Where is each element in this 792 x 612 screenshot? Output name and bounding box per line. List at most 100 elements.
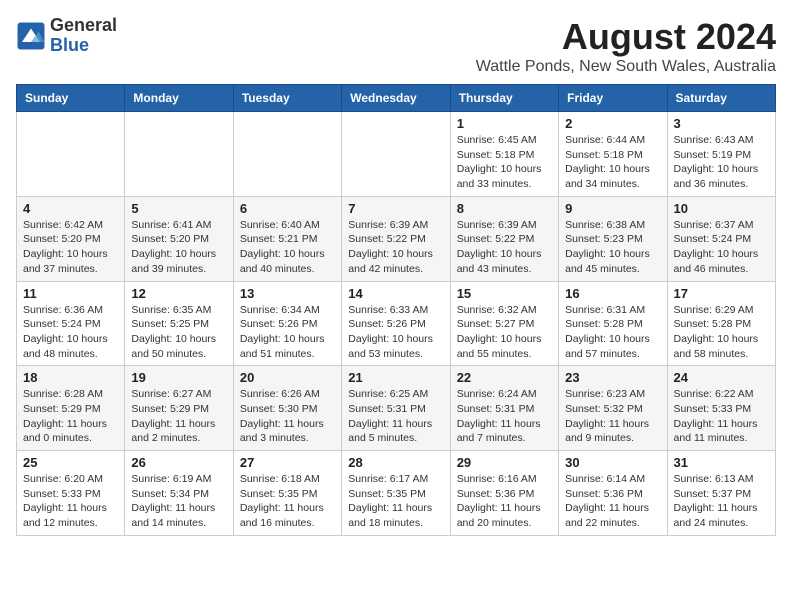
- day-info: Sunrise: 6:39 AM Sunset: 5:22 PM Dayligh…: [457, 218, 552, 277]
- day-number: 10: [674, 201, 769, 216]
- day-number: 18: [23, 370, 118, 385]
- day-info: Sunrise: 6:23 AM Sunset: 5:32 PM Dayligh…: [565, 387, 660, 446]
- day-info: Sunrise: 6:35 AM Sunset: 5:25 PM Dayligh…: [131, 303, 226, 362]
- day-info: Sunrise: 6:45 AM Sunset: 5:18 PM Dayligh…: [457, 133, 552, 192]
- day-info: Sunrise: 6:42 AM Sunset: 5:20 PM Dayligh…: [23, 218, 118, 277]
- day-number: 19: [131, 370, 226, 385]
- calendar-day-cell: 23Sunrise: 6:23 AM Sunset: 5:32 PM Dayli…: [559, 366, 667, 451]
- day-number: 24: [674, 370, 769, 385]
- day-number: 27: [240, 455, 335, 470]
- day-number: 15: [457, 286, 552, 301]
- calendar-day-cell: 8 Sunrise: 6:39 AM Sunset: 5:22 PM Daylig…: [450, 196, 558, 281]
- header: General Blue August 2024 Wattle Ponds, N…: [16, 16, 776, 76]
- day-info: Sunrise: 6:40 AM Sunset: 5:21 PM Dayligh…: [240, 218, 335, 277]
- day-info: Sunrise: 6:38 AM Sunset: 5:23 PM Dayligh…: [565, 218, 660, 277]
- calendar-day-cell: 26 Sunrise: 6:19 AM Sunset: 5:34 PM Dayli…: [125, 451, 233, 536]
- day-info: Sunrise: 6:29 AM Sunset: 5:28 PM Dayligh…: [674, 303, 769, 362]
- day-info: Sunrise: 6:31 AM Sunset: 5:28 PM Dayligh…: [565, 303, 660, 362]
- calendar-day-cell: 27 Sunrise: 6:18 AM Sunset: 5:35 PM Dayli…: [233, 451, 341, 536]
- calendar-day-cell: 18 Sunrise: 6:28 AM Sunset: 5:29 PM Dayli…: [17, 366, 125, 451]
- calendar-day-cell: [17, 112, 125, 197]
- day-number: 29: [457, 455, 552, 470]
- day-number: 7: [348, 201, 443, 216]
- calendar-day-cell: 5Sunrise: 6:41 AM Sunset: 5:20 PM Daylig…: [125, 196, 233, 281]
- day-info: Sunrise: 6:27 AM Sunset: 5:29 PM Dayligh…: [131, 387, 226, 446]
- day-of-week-header: Monday: [125, 85, 233, 112]
- day-info: Sunrise: 6:14 AM Sunset: 5:36 PM Dayligh…: [565, 472, 660, 531]
- day-number: 1: [457, 116, 552, 131]
- logo-blue: Blue: [50, 36, 117, 56]
- day-info: Sunrise: 6:25 AM Sunset: 5:31 PM Dayligh…: [348, 387, 443, 446]
- day-info: Sunrise: 6:33 AM Sunset: 5:26 PM Dayligh…: [348, 303, 443, 362]
- day-number: 6: [240, 201, 335, 216]
- calendar-day-cell: [233, 112, 341, 197]
- calendar-day-cell: 31Sunrise: 6:13 AM Sunset: 5:37 PM Dayli…: [667, 451, 775, 536]
- day-info: Sunrise: 6:19 AM Sunset: 5:34 PM Dayligh…: [131, 472, 226, 531]
- calendar-day-cell: 29 Sunrise: 6:16 AM Sunset: 5:36 PM Dayli…: [450, 451, 558, 536]
- logo-icon: [16, 21, 46, 51]
- calendar-day-cell: 11Sunrise: 6:36 AM Sunset: 5:24 PM Dayli…: [17, 281, 125, 366]
- calendar-week-row: 18 Sunrise: 6:28 AM Sunset: 5:29 PM Dayli…: [17, 366, 776, 451]
- day-number: 11: [23, 286, 118, 301]
- calendar-table: SundayMondayTuesdayWednesdayThursdayFrid…: [16, 84, 776, 536]
- day-of-week-header: Sunday: [17, 85, 125, 112]
- day-number: 21: [348, 370, 443, 385]
- day-of-week-header: Tuesday: [233, 85, 341, 112]
- calendar-header-row: SundayMondayTuesdayWednesdayThursdayFrid…: [17, 85, 776, 112]
- calendar-day-cell: 30 Sunrise: 6:14 AM Sunset: 5:36 PM Dayli…: [559, 451, 667, 536]
- calendar-day-cell: 3Sunrise: 6:43 AM Sunset: 5:19 PM Daylig…: [667, 112, 775, 197]
- day-info: Sunrise: 6:26 AM Sunset: 5:30 PM Dayligh…: [240, 387, 335, 446]
- title-section: August 2024 Wattle Ponds, New South Wale…: [476, 16, 776, 76]
- calendar-day-cell: 2 Sunrise: 6:44 AM Sunset: 5:18 PM Daylig…: [559, 112, 667, 197]
- day-info: Sunrise: 6:32 AM Sunset: 5:27 PM Dayligh…: [457, 303, 552, 362]
- day-info: Sunrise: 6:22 AM Sunset: 5:33 PM Dayligh…: [674, 387, 769, 446]
- day-number: 12: [131, 286, 226, 301]
- day-number: 16: [565, 286, 660, 301]
- calendar-day-cell: 25 Sunrise: 6:20 AM Sunset: 5:33 PM Dayli…: [17, 451, 125, 536]
- day-info: Sunrise: 6:13 AM Sunset: 5:37 PM Dayligh…: [674, 472, 769, 531]
- day-number: 17: [674, 286, 769, 301]
- day-number: 22: [457, 370, 552, 385]
- calendar-week-row: 4 Sunrise: 6:42 AM Sunset: 5:20 PM Daylig…: [17, 196, 776, 281]
- day-number: 8: [457, 201, 552, 216]
- calendar-day-cell: 17 Sunrise: 6:29 AM Sunset: 5:28 PM Dayli…: [667, 281, 775, 366]
- day-number: 5: [131, 201, 226, 216]
- calendar-day-cell: [125, 112, 233, 197]
- day-number: 9: [565, 201, 660, 216]
- calendar-day-cell: 6 Sunrise: 6:40 AM Sunset: 5:21 PM Daylig…: [233, 196, 341, 281]
- calendar-day-cell: 10 Sunrise: 6:37 AM Sunset: 5:24 PM Dayli…: [667, 196, 775, 281]
- calendar-day-cell: 22 Sunrise: 6:24 AM Sunset: 5:31 PM Dayli…: [450, 366, 558, 451]
- day-number: 4: [23, 201, 118, 216]
- day-number: 30: [565, 455, 660, 470]
- month-year: August 2024: [476, 16, 776, 58]
- day-number: 26: [131, 455, 226, 470]
- day-info: Sunrise: 6:17 AM Sunset: 5:35 PM Dayligh…: [348, 472, 443, 531]
- day-number: 14: [348, 286, 443, 301]
- calendar-day-cell: 28Sunrise: 6:17 AM Sunset: 5:35 PM Dayli…: [342, 451, 450, 536]
- calendar-day-cell: 20Sunrise: 6:26 AM Sunset: 5:30 PM Dayli…: [233, 366, 341, 451]
- day-of-week-header: Friday: [559, 85, 667, 112]
- calendar-day-cell: 24 Sunrise: 6:22 AM Sunset: 5:33 PM Dayli…: [667, 366, 775, 451]
- calendar-day-cell: 7 Sunrise: 6:39 AM Sunset: 5:22 PM Daylig…: [342, 196, 450, 281]
- day-number: 25: [23, 455, 118, 470]
- day-info: Sunrise: 6:20 AM Sunset: 5:33 PM Dayligh…: [23, 472, 118, 531]
- calendar-week-row: 11Sunrise: 6:36 AM Sunset: 5:24 PM Dayli…: [17, 281, 776, 366]
- day-info: Sunrise: 6:44 AM Sunset: 5:18 PM Dayligh…: [565, 133, 660, 192]
- day-of-week-header: Saturday: [667, 85, 775, 112]
- calendar-day-cell: 14 Sunrise: 6:33 AM Sunset: 5:26 PM Dayli…: [342, 281, 450, 366]
- day-info: Sunrise: 6:16 AM Sunset: 5:36 PM Dayligh…: [457, 472, 552, 531]
- calendar-day-cell: 13Sunrise: 6:34 AM Sunset: 5:26 PM Dayli…: [233, 281, 341, 366]
- logo-text: General Blue: [50, 16, 117, 56]
- calendar-day-cell: 15 Sunrise: 6:32 AM Sunset: 5:27 PM Dayli…: [450, 281, 558, 366]
- day-info: Sunrise: 6:18 AM Sunset: 5:35 PM Dayligh…: [240, 472, 335, 531]
- calendar-day-cell: 12 Sunrise: 6:35 AM Sunset: 5:25 PM Dayli…: [125, 281, 233, 366]
- location: Wattle Ponds, New South Wales, Australia: [476, 58, 776, 76]
- day-info: Sunrise: 6:37 AM Sunset: 5:24 PM Dayligh…: [674, 218, 769, 277]
- calendar-day-cell: 4 Sunrise: 6:42 AM Sunset: 5:20 PM Daylig…: [17, 196, 125, 281]
- calendar-day-cell: [342, 112, 450, 197]
- day-info: Sunrise: 6:39 AM Sunset: 5:22 PM Dayligh…: [348, 218, 443, 277]
- day-info: Sunrise: 6:28 AM Sunset: 5:29 PM Dayligh…: [23, 387, 118, 446]
- day-info: Sunrise: 6:24 AM Sunset: 5:31 PM Dayligh…: [457, 387, 552, 446]
- day-number: 2: [565, 116, 660, 131]
- calendar-day-cell: 19 Sunrise: 6:27 AM Sunset: 5:29 PM Dayli…: [125, 366, 233, 451]
